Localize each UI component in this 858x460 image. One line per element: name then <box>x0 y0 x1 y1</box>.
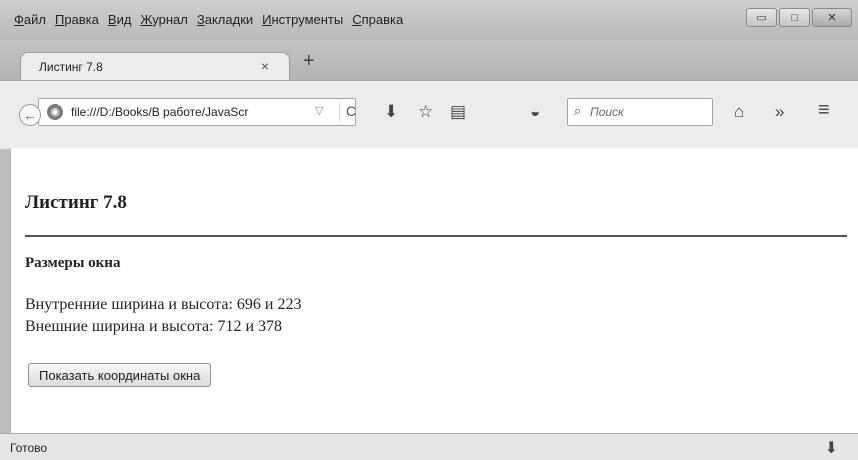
overflow-icon[interactable]: » <box>775 102 784 122</box>
minimize-icon: ▭ <box>756 12 767 24</box>
dropdown-icon[interactable]: ▽ <box>315 104 323 117</box>
inner-size-text: Внутренние ширина и высота: 696 и 223 <box>25 296 302 313</box>
search-input[interactable] <box>590 102 708 122</box>
tab-close-icon[interactable]: × <box>261 58 269 74</box>
menu-item-help[interactable]: Справка <box>352 12 403 27</box>
menu-item-edit[interactable]: Правка <box>55 12 99 27</box>
url-bar[interactable]: ◉ file:///D:/Books/В работе/JavaScr ▽ C <box>38 98 356 126</box>
close-icon: ✕ <box>827 12 837 24</box>
pocket-icon[interactable]: ◒ <box>530 102 540 122</box>
menu-item-bookmarks[interactable]: Закладки <box>197 12 253 27</box>
menu-item-tools[interactable]: Инструменты <box>262 12 343 27</box>
browser-window: Файл Правка Вид Журнал Закладки Инструме… <box>0 0 858 460</box>
tab-title: Листинг 7.8 <box>39 60 103 74</box>
menu: Файл Правка Вид Журнал Закладки Инструме… <box>14 12 412 27</box>
menu-item-file[interactable]: Файл <box>14 12 46 27</box>
reload-icon[interactable]: C <box>339 103 356 121</box>
maximize-button[interactable]: □ <box>779 8 810 27</box>
url-text[interactable]: file:///D:/Books/В работе/JavaScr <box>71 105 303 119</box>
page-content: Листинг 7.8 Размеры окна Внутренние шири… <box>10 148 858 433</box>
status-text: Готово <box>10 441 48 455</box>
bookmark-star-icon[interactable]: ☆ <box>418 102 433 122</box>
search-icon: ⌕ <box>574 103 582 118</box>
download-icon[interactable]: ⬇ <box>384 102 398 122</box>
search-box[interactable]: ⌕ <box>567 98 713 126</box>
outer-size-text: Внешние ширина и высота: 712 и 378 <box>25 318 283 335</box>
menu-item-history[interactable]: Журнал <box>140 12 187 27</box>
status-bar: Готово ⬇ <box>0 433 858 460</box>
menu-item-view[interactable]: Вид <box>108 12 132 27</box>
section-heading: Размеры окна <box>25 255 121 271</box>
show-coordinates-button[interactable]: Показать координаты окна <box>28 363 212 387</box>
close-window-button[interactable]: ✕ <box>812 8 852 27</box>
menu-icon[interactable]: ≡ <box>818 99 830 122</box>
window-controls: ▭ □ ✕ <box>746 8 852 27</box>
page-heading: Листинг 7.8 <box>25 192 127 213</box>
tab-listing[interactable]: Листинг 7.8 × <box>20 52 290 81</box>
horizontal-rule <box>25 235 847 237</box>
maximize-icon: □ <box>791 11 798 24</box>
download-status-icon[interactable]: ⬇ <box>825 438 838 458</box>
back-icon[interactable]: ← <box>19 104 41 126</box>
new-tab-button[interactable]: + <box>303 51 315 71</box>
reading-list-icon[interactable]: ▤ <box>450 102 466 122</box>
minimize-button[interactable]: ▭ <box>746 8 777 27</box>
menu-bar: Файл Правка Вид Журнал Закладки Инструме… <box>0 0 858 40</box>
tab-strip: Листинг 7.8 × <box>0 40 858 81</box>
home-icon[interactable]: ⌂ <box>734 102 744 122</box>
navigation-toolbar: ◉ file:///D:/Books/В работе/JavaScr ▽ C … <box>0 80 858 149</box>
globe-icon: ◉ <box>47 104 63 120</box>
